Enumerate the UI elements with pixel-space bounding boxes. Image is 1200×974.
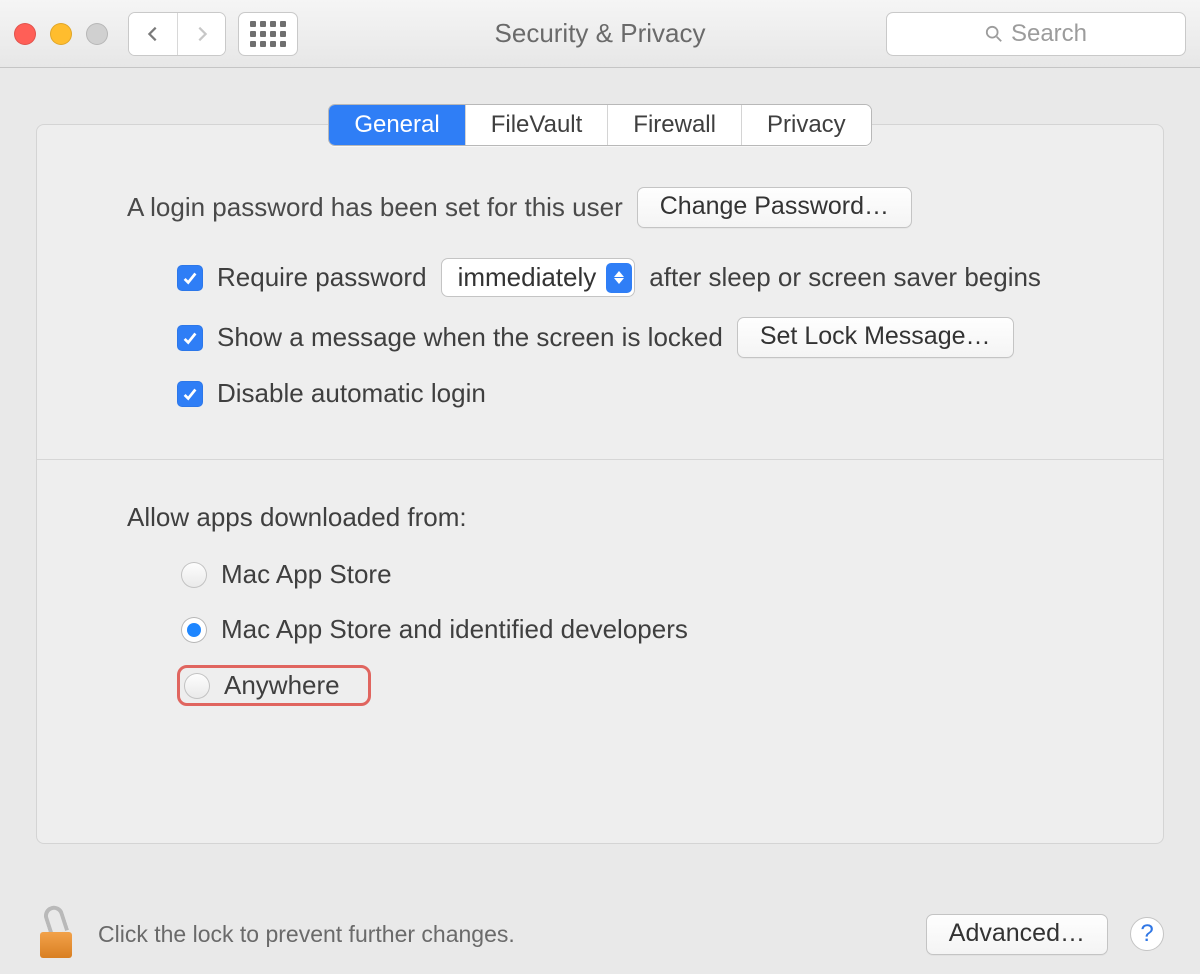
check-icon	[181, 329, 199, 347]
forward-button[interactable]	[177, 13, 225, 55]
tab-firewall[interactable]: Firewall	[607, 105, 741, 145]
radio-mac-app-store-label: Mac App Store	[221, 559, 392, 590]
zoom-window-button[interactable]	[86, 23, 108, 45]
search-input[interactable]: Search	[886, 12, 1186, 56]
minimize-window-button[interactable]	[50, 23, 72, 45]
radio-anywhere[interactable]: Anywhere	[177, 665, 371, 706]
tab-filevault[interactable]: FileVault	[465, 105, 608, 145]
window-controls	[14, 23, 108, 45]
lock-text: Click the lock to prevent further change…	[98, 921, 515, 948]
general-panel: A login password has been set for this u…	[36, 124, 1164, 844]
titlebar: Security & Privacy Search	[0, 0, 1200, 68]
require-password-after: after sleep or screen saver begins	[649, 262, 1041, 293]
search-icon	[985, 25, 1003, 43]
login-password-text: A login password has been set for this u…	[127, 192, 623, 223]
disable-auto-login-row: Disable automatic login	[177, 378, 1103, 409]
advanced-button[interactable]: Advanced…	[926, 914, 1108, 955]
require-password-delay-select[interactable]: immediately	[441, 258, 636, 297]
require-password-label: Require password	[217, 262, 427, 293]
chevron-left-icon	[144, 25, 162, 43]
check-icon	[181, 385, 199, 403]
close-window-button[interactable]	[14, 23, 36, 45]
login-password-row: A login password has been set for this u…	[127, 187, 1103, 228]
radio-mac-app-store[interactable]: Mac App Store	[177, 555, 1103, 594]
lock-icon[interactable]	[36, 910, 76, 958]
back-button[interactable]	[129, 13, 177, 55]
show-all-button[interactable]	[238, 12, 298, 56]
allow-apps-heading: Allow apps downloaded from:	[127, 502, 1103, 533]
chevron-right-icon	[193, 25, 211, 43]
change-password-button[interactable]: Change Password…	[637, 187, 912, 228]
radio-icon	[184, 673, 210, 699]
show-message-label: Show a message when the screen is locked	[217, 322, 723, 353]
grid-icon	[250, 21, 286, 47]
show-message-checkbox[interactable]	[177, 325, 203, 351]
require-password-row: Require password immediately after sleep…	[177, 258, 1103, 297]
help-button[interactable]: ?	[1130, 917, 1164, 951]
show-message-row: Show a message when the screen is locked…	[177, 317, 1103, 358]
nav-back-forward	[128, 12, 226, 56]
footer: Click the lock to prevent further change…	[0, 894, 1200, 974]
disable-auto-login-label: Disable automatic login	[217, 378, 486, 409]
radio-identified-label: Mac App Store and identified developers	[221, 614, 688, 645]
check-icon	[181, 269, 199, 287]
window-body: General FileVault Firewall Privacy A log…	[0, 68, 1200, 844]
require-password-checkbox[interactable]	[177, 265, 203, 291]
allow-apps-radio-group: Mac App Store Mac App Store and identifi…	[177, 555, 1103, 706]
disable-auto-login-checkbox[interactable]	[177, 381, 203, 407]
tab-bar: General FileVault Firewall Privacy	[36, 104, 1164, 146]
stepper-icon	[606, 263, 632, 293]
set-lock-message-button[interactable]: Set Lock Message…	[737, 317, 1014, 358]
radio-identified-developers[interactable]: Mac App Store and identified developers	[177, 610, 1103, 649]
tab-general[interactable]: General	[329, 105, 464, 145]
search-placeholder: Search	[1011, 20, 1087, 48]
radio-icon	[181, 562, 207, 588]
radio-icon	[181, 617, 207, 643]
radio-anywhere-label: Anywhere	[224, 670, 340, 701]
tab-privacy[interactable]: Privacy	[741, 105, 871, 145]
section-divider	[37, 459, 1163, 460]
require-password-delay-value: immediately	[458, 262, 597, 293]
